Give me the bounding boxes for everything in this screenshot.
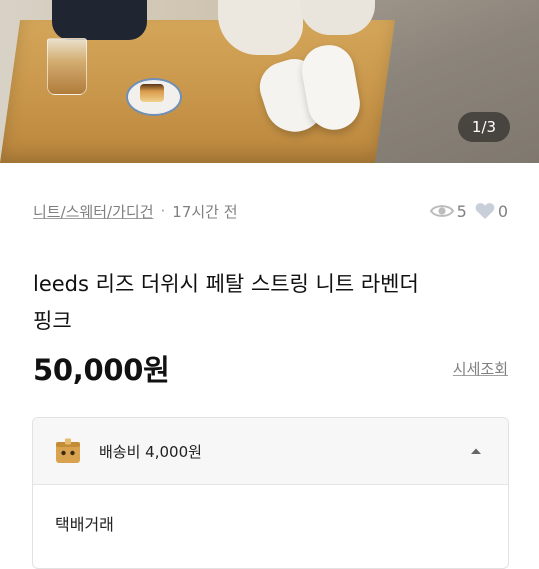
price-row: 50,000원 시세조회 [33,348,508,388]
like-count-value: 0 [497,201,508,221]
category-link[interactable]: 니트/스웨터/가디건 [33,201,154,222]
like-count[interactable]: 0 [475,202,508,221]
image-counter-badge: 1/3 [458,112,510,142]
market-price-link[interactable]: 시세조회 [453,358,508,379]
view-count: 5 [429,201,467,221]
eye-icon [429,205,454,217]
product-price: 50,000원 [33,353,170,387]
shipping-method: 택배거래 [55,515,114,534]
meta-separator: · [160,202,166,220]
photo-iced-coffee [47,38,87,95]
shipping-header[interactable]: 배송비 4,000원 [33,418,508,485]
photo-cake [140,84,164,102]
product-title-line-1: leeds 리즈 더위시 페탈 스트링 니트 라벤더 [33,272,419,296]
product-title-line-2: 핑크 [33,309,72,333]
heart-icon [475,203,495,219]
product-title: leeds 리즈 더위시 페탈 스트링 니트 라벤더 핑크 [33,266,503,340]
shipping-card: 배송비 4,000원 택배거래 [32,417,509,569]
view-count-value: 5 [456,201,467,221]
product-stats: 5 0 [422,202,508,221]
product-image-carousel[interactable]: 1/3 [0,0,539,163]
delivery-box-icon [56,438,80,463]
shipping-fee: 배송비 4,000원 [99,442,202,461]
posted-time: 17시간 전 [172,202,238,221]
photo-bag [52,0,147,40]
product-meta-row: 니트/스웨터/가디건 · 17시간 전 5 0 [33,199,508,223]
chevron-up-icon[interactable] [470,447,482,455]
